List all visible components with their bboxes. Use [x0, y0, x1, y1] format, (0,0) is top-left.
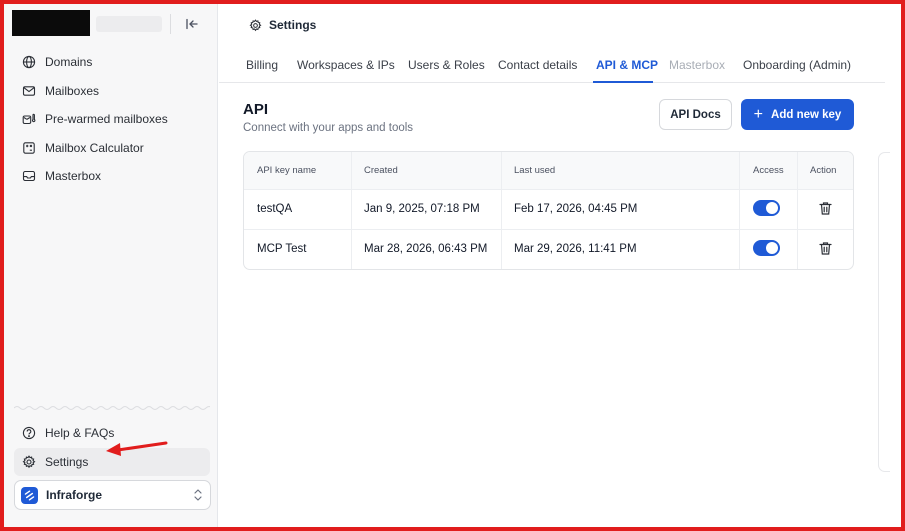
logo-redacted [12, 10, 90, 36]
plus-icon: + [753, 105, 764, 123]
api-keys-table: API key name Created Last used Access Ac… [243, 151, 854, 270]
mail-icon [22, 84, 36, 98]
key-created: Mar 28, 2026, 06:43 PM [364, 243, 488, 255]
section-title: API [243, 101, 269, 118]
delete-key-button[interactable] [819, 241, 832, 261]
column-header-created: Created [364, 165, 398, 176]
access-toggle[interactable] [753, 200, 780, 216]
column-header-name: API key name [257, 165, 317, 176]
tab-api-mcp[interactable]: API & MCP [596, 58, 658, 72]
side-panel-edge [878, 152, 890, 472]
workspace-name: Infraforge [46, 488, 103, 502]
sidebar-item-mailboxes[interactable]: Mailboxes [14, 77, 210, 106]
tab-contact-details[interactable]: Contact details [498, 58, 577, 72]
tab-masterbox[interactable]: Masterbox [669, 58, 725, 72]
column-header-action: Action [810, 165, 837, 176]
tab-users-roles[interactable]: Users & Roles [408, 58, 485, 72]
table-header: API key name Created Last used Access Ac… [244, 152, 853, 190]
collapse-icon [186, 18, 198, 30]
key-name: testQA [257, 203, 293, 215]
sidebar-item-label: Mailboxes [45, 83, 100, 98]
inbox-icon [22, 169, 36, 183]
warm-mailbox-icon [22, 112, 36, 126]
calculator-icon [22, 141, 36, 155]
infraforge-logo [21, 486, 38, 504]
page-title-text: Settings [269, 18, 317, 32]
api-docs-button[interactable]: API Docs [659, 99, 732, 130]
trash-icon [819, 202, 832, 215]
settings-tabs: Billing Workspaces & IPs Users & Roles C… [219, 48, 885, 83]
sidebar-item-label: Settings [45, 454, 89, 469]
gear-icon [249, 18, 262, 32]
annotation-arrow-icon [106, 441, 168, 456]
sidebar-item-label: Domains [45, 55, 93, 70]
column-divider [351, 152, 352, 269]
main-content: Settings Billing Workspaces & IPs Users … [219, 4, 901, 527]
key-last-used: Feb 17, 2026, 04:45 PM [514, 203, 638, 215]
column-header-access: Access [753, 165, 784, 176]
key-created: Jan 9, 2025, 07:18 PM [364, 203, 480, 215]
table-row: testQA Jan 9, 2025, 07:18 PM Feb 17, 202… [244, 190, 853, 230]
add-new-key-button[interactable]: + Add new key [741, 99, 854, 130]
help-icon [22, 426, 36, 440]
globe-icon [22, 55, 36, 69]
section-subtitle: Connect with your apps and tools [243, 122, 414, 134]
key-last-used: Mar 29, 2026, 11:41 PM [514, 243, 637, 255]
toggle-knob [766, 242, 778, 254]
add-new-key-label: Add new key [771, 108, 842, 121]
divider-wavy [14, 406, 210, 410]
sidebar-item-pre-warmed-mailboxes[interactable]: Pre-warmed mailboxes [14, 105, 210, 134]
active-tab-indicator [593, 81, 653, 83]
column-divider [501, 152, 502, 269]
delete-key-button[interactable] [819, 201, 832, 221]
tab-billing[interactable]: Billing [246, 58, 278, 72]
sidebar-item-mailbox-calculator[interactable]: Mailbox Calculator [14, 134, 210, 163]
sidebar-item-domains[interactable]: Domains [14, 48, 210, 77]
trash-icon [819, 242, 832, 255]
table-row: MCP Test Mar 28, 2026, 06:43 PM Mar 29, … [244, 230, 853, 269]
gear-icon [22, 455, 36, 469]
divider [170, 14, 171, 34]
column-divider [797, 152, 798, 269]
toggle-knob [766, 202, 778, 214]
access-toggle[interactable] [753, 240, 780, 256]
sidebar-item-label: Masterbox [45, 169, 102, 184]
key-name: MCP Test [257, 243, 307, 255]
tab-workspaces-ips[interactable]: Workspaces & IPs [297, 58, 395, 72]
chevron-updown-icon [192, 488, 204, 507]
sidebar-item-label: Mailbox Calculator [45, 140, 144, 155]
sidebar-item-label: Pre-warmed mailboxes [45, 112, 168, 127]
column-divider [739, 152, 740, 269]
page-title: Settings [249, 18, 316, 32]
logo-placeholder [96, 16, 162, 32]
collapse-sidebar-button[interactable] [180, 13, 204, 35]
tab-onboarding-admin[interactable]: Onboarding (Admin) [743, 58, 851, 72]
column-header-last-used: Last used [514, 165, 556, 176]
sidebar-item-masterbox[interactable]: Masterbox [14, 162, 210, 191]
sidebar-nav: Domains Mailboxes Pre-warmed mailboxes M… [14, 48, 210, 191]
logo-row [12, 10, 212, 42]
workspace-selector[interactable]: Infraforge [14, 480, 211, 510]
